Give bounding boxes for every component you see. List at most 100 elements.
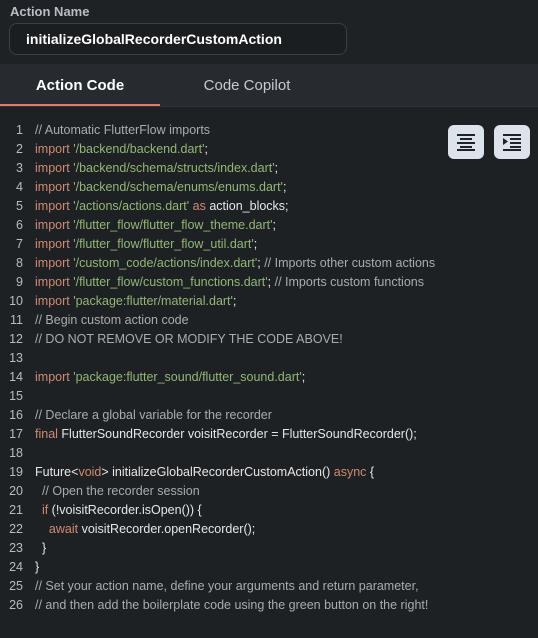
line-number: 22 (9, 522, 23, 536)
code-token: ; (204, 142, 208, 156)
line-number: 15 (9, 389, 23, 403)
code-line: 14 import 'package:flutter_sound/flutter_… (0, 368, 538, 387)
code-token: import (35, 294, 74, 308)
code-token: ; (274, 161, 279, 175)
code-token: '/backend/schema/enums/enums.dart' (73, 180, 283, 194)
tab-code-copilot[interactable]: Code Copilot (166, 64, 328, 106)
line-number: 11 (10, 313, 23, 327)
code-token: 'package:flutter_sound/flutter_sound.dar… (73, 370, 302, 384)
code-token: // Set your action name, define your arg… (35, 579, 419, 593)
action-name-label: Action Name (10, 4, 90, 19)
line-number: 24 (9, 560, 23, 574)
code-line: 24} (0, 558, 538, 577)
code-token: } (35, 560, 40, 574)
code-token: ; (282, 180, 287, 194)
code-token: import (35, 256, 74, 270)
code-token: FlutterSoundRecorder voisitRecorder = Fl… (61, 427, 417, 441)
code-token: '/flutter_flow/flutter_flow_util.dart' (73, 237, 254, 251)
code-token: as (189, 199, 210, 213)
code-token: '/flutter_flow/flutter_flow_theme.dart' (73, 218, 273, 232)
tab-code-copilot-label: Code Copilot (203, 76, 291, 94)
line-number: 26 (9, 598, 23, 612)
code-line: 18 (0, 444, 538, 463)
code-token: // Imports other custom actions (264, 256, 436, 270)
code-token: ; (267, 275, 275, 289)
code-token: 'package:flutter/material.dart' (73, 294, 233, 308)
align-center-icon (457, 134, 475, 151)
code-token: // Open the recorder session (35, 484, 200, 498)
indent-icon (503, 134, 521, 151)
code-line: 16 // Declare a global variable for the r… (0, 406, 538, 425)
code-token: import (35, 237, 74, 251)
line-number: 21 (9, 503, 23, 517)
tab-action-code[interactable]: Action Code (0, 64, 160, 106)
code-line: 26 // and then add the boilerplate code u… (0, 596, 538, 615)
action-name-section: Action Name initializeGlobalRecorderCust… (0, 0, 538, 62)
code-token: > initializeGlobalRecorderCustomAction() (101, 465, 334, 479)
code-line: 22 await voisitRecorder.openRecorder(); (0, 520, 538, 539)
code-token: // Automatic FlutterFlow imports (35, 123, 211, 137)
action-name-input[interactable]: initializeGlobalRecorderCustomAction (9, 23, 347, 55)
line-number: 10 (9, 294, 23, 308)
code-token: voisitRecorder.openRecorder(); (78, 522, 256, 536)
code-token: // and then add the boilerplate code usi… (35, 598, 429, 612)
code-token: '/custom_code/actions/index.dart' (73, 256, 258, 270)
code-line: 15 (0, 387, 538, 406)
code-token: import (35, 218, 74, 232)
code-token: '/backend/backend.dart' (73, 142, 205, 156)
code-token: // Declare a global variable for the rec… (35, 408, 272, 422)
code-token: action_blocks; (209, 199, 289, 213)
code-token: '/flutter_flow/custom_functions.dart' (73, 275, 268, 289)
code-lines: 1 // Automatic FlutterFlow imports 2 import… (0, 121, 538, 615)
line-number: 2 (16, 142, 23, 156)
code-token: } (35, 541, 47, 555)
code-line: 12 // DO NOT REMOVE OR MODIFY THE CODE AB… (0, 330, 538, 349)
tab-bar: Action Code Code Copilot (0, 64, 538, 107)
code-token: '/actions/actions.dart' (73, 199, 190, 213)
code-token: // Begin custom action code (35, 313, 189, 327)
code-token: ; (272, 218, 276, 232)
code-line: 19 Future<void> initializeGlobalRecorderC… (0, 463, 538, 482)
code-line: 11 // Begin custom action code (0, 311, 538, 330)
code-token: final (35, 427, 62, 441)
line-number: 18 (9, 446, 23, 460)
code-token: ; (232, 294, 237, 308)
line-number: 7 (16, 237, 23, 251)
code-token: { (366, 465, 375, 479)
code-token: import (35, 275, 74, 289)
code-line: 7 import '/flutter_flow/flutter_flow_util… (0, 235, 538, 254)
line-number: 9 (16, 275, 23, 289)
code-token: import (35, 142, 74, 156)
line-number: 4 (16, 180, 23, 194)
code-line: 5 import '/actions/actions.dart' as actio… (0, 197, 538, 216)
code-token: (!voisitRecorder.isOpen()) { (48, 503, 202, 517)
code-line: 6 import '/flutter_flow/flutter_flow_them… (0, 216, 538, 235)
code-line: 4 import '/backend/schema/enums/enums.dar… (0, 178, 538, 197)
code-line: 17 final FlutterSoundRecorder voisitRecor… (0, 425, 538, 444)
line-number: 19 (9, 465, 23, 479)
indent-button[interactable] (494, 125, 530, 159)
code-line: 9 import '/flutter_flow/custom_functions.… (0, 273, 538, 292)
format-code-button[interactable] (448, 125, 484, 159)
code-line: 8 import '/custom_code/actions/index.dart… (0, 254, 538, 273)
line-number: 1 (16, 123, 23, 137)
line-number: 3 (16, 161, 23, 175)
line-number: 25 (9, 579, 23, 593)
code-line: 20 // Open the recorder session (0, 482, 538, 501)
line-number: 8 (16, 256, 23, 270)
line-number: 17 (9, 427, 23, 441)
line-number: 5 (16, 199, 23, 213)
code-token: import (35, 199, 74, 213)
code-token: import (35, 370, 74, 384)
code-editor[interactable]: 1 // Automatic FlutterFlow imports 2 import… (0, 107, 538, 638)
line-number: 20 (9, 484, 23, 498)
code-token: ; (253, 237, 258, 251)
line-number: 12 (9, 332, 23, 346)
code-token: '/backend/schema/structs/index.dart' (73, 161, 275, 175)
code-token: await (48, 522, 79, 536)
line-number: 13 (9, 351, 23, 365)
code-line: 23 } (0, 539, 538, 558)
code-token: ; (301, 370, 306, 384)
